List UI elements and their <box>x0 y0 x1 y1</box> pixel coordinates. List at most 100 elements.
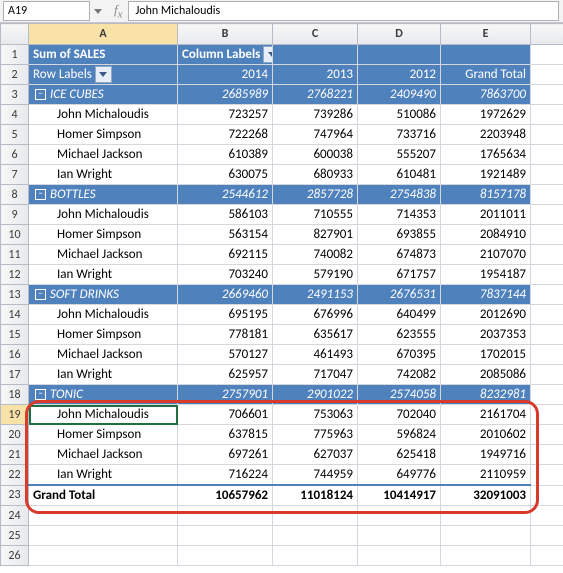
cell[interactable] <box>358 526 441 546</box>
cell[interactable]: 8232981 <box>441 385 531 405</box>
cell[interactable]: 2491153 <box>273 285 358 305</box>
cell[interactable]: 2754838 <box>358 185 441 205</box>
cell[interactable]: 670395 <box>358 345 441 365</box>
cell[interactable]: 32091003 <box>441 485 531 506</box>
cell[interactable] <box>358 506 441 526</box>
col-header-B[interactable]: B <box>178 24 273 45</box>
row-header[interactable]: 1 <box>1 45 29 65</box>
cell[interactable]: 680933 <box>273 165 358 185</box>
fx-icon[interactable]: fx <box>114 2 122 21</box>
row-header[interactable]: 24 <box>1 506 29 526</box>
cell[interactable]: 2161704 <box>441 405 531 425</box>
row-header[interactable]: 5 <box>1 125 29 145</box>
cell[interactable]: 692115 <box>178 245 273 265</box>
cell[interactable] <box>441 506 531 526</box>
cell[interactable] <box>531 546 563 566</box>
name-box-dropdown-icon[interactable] <box>94 9 102 14</box>
cell[interactable] <box>531 285 563 305</box>
cell[interactable]: 739286 <box>273 105 358 125</box>
row-header[interactable]: 26 <box>1 546 29 566</box>
cell[interactable]: 10657962 <box>178 485 273 506</box>
cell[interactable]: 716224 <box>178 465 273 486</box>
cell[interactable]: 610389 <box>178 145 273 165</box>
cell[interactable] <box>531 425 563 445</box>
table-row[interactable]: Ian Wright <box>29 165 178 185</box>
cell[interactable]: 640499 <box>358 305 441 325</box>
cell[interactable]: 8157178 <box>441 185 531 205</box>
cell[interactable]: 695195 <box>178 305 273 325</box>
collapse-icon[interactable]: − <box>35 189 46 200</box>
cell[interactable]: 2037353 <box>441 325 531 345</box>
table-row[interactable]: Homer Simpson <box>29 125 178 145</box>
cell[interactable] <box>531 405 563 425</box>
cell[interactable] <box>531 305 563 325</box>
cell[interactable]: 2203948 <box>441 125 531 145</box>
cell[interactable]: 1949716 <box>441 445 531 465</box>
cell[interactable]: 674873 <box>358 245 441 265</box>
name-box[interactable]: A19 <box>3 1 90 21</box>
cell[interactable]: 747964 <box>273 125 358 145</box>
chevron-down-icon[interactable] <box>95 66 112 83</box>
pivot-measure-label[interactable]: Sum of SALES <box>29 45 178 65</box>
year-header[interactable]: 2014 <box>178 65 273 85</box>
cell[interactable]: 610481 <box>358 165 441 185</box>
cell[interactable]: 2409490 <box>358 85 441 105</box>
cell[interactable]: 703240 <box>178 265 273 285</box>
cell[interactable]: 706601 <box>178 405 273 425</box>
row-header[interactable]: 8 <box>1 185 29 205</box>
cell[interactable]: 625418 <box>358 445 441 465</box>
cell[interactable] <box>531 125 563 145</box>
cell[interactable]: 740082 <box>273 245 358 265</box>
category-row[interactable]: −BOTTLES <box>29 185 178 205</box>
cell[interactable]: 2901022 <box>273 385 358 405</box>
cell[interactable]: 625957 <box>178 365 273 385</box>
grand-total-row[interactable]: Grand Total <box>29 485 178 506</box>
formula-input[interactable]: John Michaloudis <box>128 1 559 21</box>
table-row[interactable]: Homer Simpson <box>29 325 178 345</box>
cell[interactable] <box>273 506 358 526</box>
cell[interactable] <box>273 546 358 566</box>
cell[interactable]: 717047 <box>273 365 358 385</box>
col-header-E[interactable]: E <box>441 24 531 45</box>
cell[interactable] <box>358 546 441 566</box>
table-row[interactable]: Ian Wright <box>29 465 178 486</box>
cell[interactable] <box>273 45 358 65</box>
cell[interactable]: 1921489 <box>441 165 531 185</box>
cell[interactable] <box>531 485 563 506</box>
cell[interactable]: 600038 <box>273 145 358 165</box>
cell[interactable]: 2110959 <box>441 465 531 486</box>
row-labels-dropdown[interactable]: Row Labels <box>29 65 178 85</box>
row-header[interactable]: 15 <box>1 325 29 345</box>
column-headers[interactable]: A B C D E <box>1 24 563 45</box>
cell[interactable] <box>531 185 563 205</box>
cell[interactable] <box>531 165 563 185</box>
cell[interactable] <box>531 445 563 465</box>
cell[interactable]: 1702015 <box>441 345 531 365</box>
row-header[interactable]: 19 <box>1 405 29 425</box>
cell[interactable]: 2676531 <box>358 285 441 305</box>
cell[interactable]: 630075 <box>178 165 273 185</box>
cell[interactable] <box>531 506 563 526</box>
cell[interactable] <box>531 365 563 385</box>
table-row[interactable]: John Michaloudis <box>29 405 178 425</box>
row-header[interactable]: 4 <box>1 105 29 125</box>
cell[interactable]: 744959 <box>273 465 358 486</box>
table-row[interactable]: John Michaloudis <box>29 105 178 125</box>
category-row[interactable]: −ICE CUBES <box>29 85 178 105</box>
cell[interactable]: 676996 <box>273 305 358 325</box>
cell[interactable]: 733716 <box>358 125 441 145</box>
cell[interactable]: 722268 <box>178 125 273 145</box>
cell[interactable]: 2857728 <box>273 185 358 205</box>
cell[interactable] <box>29 526 178 546</box>
table-row[interactable]: Michael Jackson <box>29 445 178 465</box>
cell[interactable] <box>358 45 441 65</box>
cell[interactable]: 2085086 <box>441 365 531 385</box>
cell[interactable]: 570127 <box>178 345 273 365</box>
chevron-down-icon[interactable] <box>263 46 272 63</box>
cell[interactable]: 586103 <box>178 205 273 225</box>
row-header[interactable]: 14 <box>1 305 29 325</box>
cell[interactable]: 723257 <box>178 105 273 125</box>
row-header[interactable]: 11 <box>1 245 29 265</box>
cell[interactable]: 697261 <box>178 445 273 465</box>
cell[interactable]: 7837144 <box>441 285 531 305</box>
